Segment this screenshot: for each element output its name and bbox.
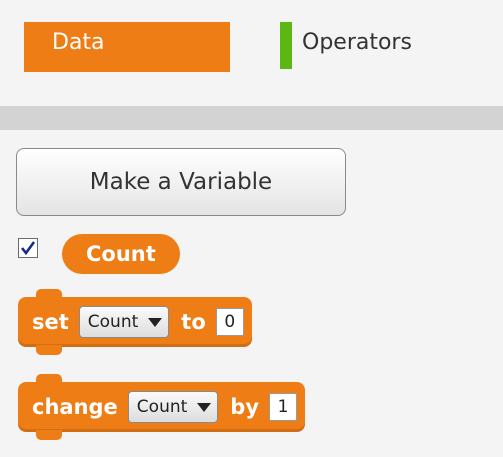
change-keyword: change bbox=[32, 395, 118, 419]
checkmark-icon bbox=[20, 241, 36, 256]
variable-visibility-checkbox[interactable] bbox=[18, 238, 38, 258]
make-variable-button[interactable]: Make a Variable bbox=[16, 148, 346, 216]
block-notch bbox=[36, 289, 62, 299]
to-keyword: to bbox=[181, 310, 206, 334]
dropdown-arrow-icon bbox=[148, 317, 163, 327]
operators-color-swatch bbox=[280, 22, 292, 69]
block-bump bbox=[36, 430, 62, 440]
tab-data-label: Data bbox=[52, 30, 105, 55]
set-variable-block[interactable]: set Count to 0 bbox=[18, 289, 252, 355]
block-bump bbox=[36, 345, 62, 355]
set-keyword: set bbox=[32, 310, 69, 334]
set-variable-dropdown[interactable]: Count bbox=[78, 306, 170, 338]
variable-reporter-name: Count bbox=[86, 242, 156, 266]
variable-reporter-block[interactable]: Count bbox=[62, 234, 180, 274]
tab-operators-label: Operators bbox=[302, 30, 412, 55]
change-variable-dropdown-value: Count bbox=[136, 397, 188, 417]
palette-divider bbox=[0, 106, 503, 130]
change-variable-dropdown[interactable]: Count bbox=[127, 391, 219, 423]
block-notch bbox=[36, 374, 62, 384]
change-value-input[interactable]: 1 bbox=[269, 393, 298, 421]
dropdown-arrow-icon bbox=[197, 402, 212, 412]
set-variable-dropdown-value: Count bbox=[87, 312, 139, 332]
set-value-input[interactable]: 0 bbox=[215, 308, 244, 336]
tab-operators[interactable]: Operators bbox=[280, 22, 412, 72]
make-variable-label: Make a Variable bbox=[89, 169, 273, 195]
by-keyword: by bbox=[230, 395, 260, 419]
tab-data[interactable]: Data bbox=[24, 22, 230, 72]
change-variable-block[interactable]: change Count by 1 bbox=[18, 374, 306, 440]
